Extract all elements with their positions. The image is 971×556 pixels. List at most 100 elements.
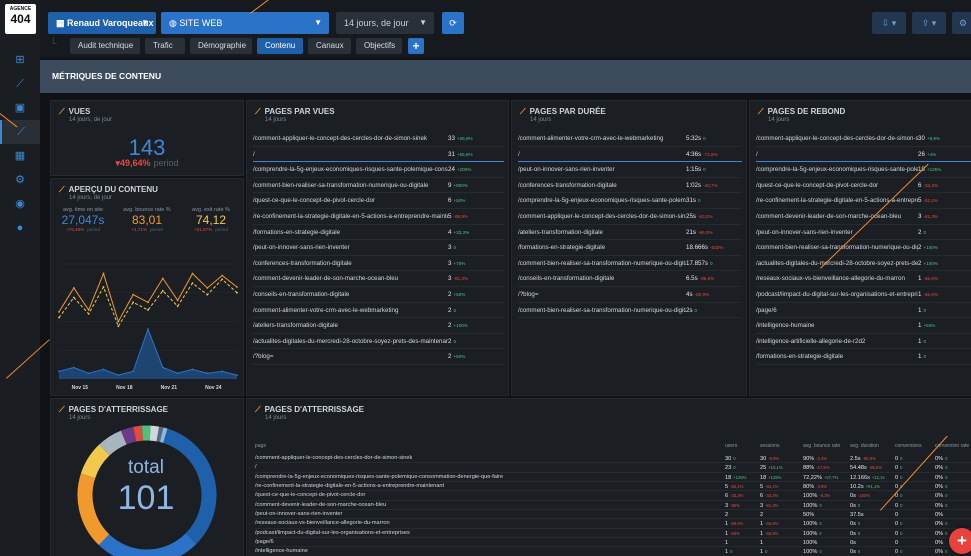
add-widget-button[interactable]: + <box>949 528 971 554</box>
list-item[interactable]: /comprendre-la-5g-enjeux-economiques-ris… <box>756 162 971 178</box>
list-item[interactable]: /podcast/limpact-du-digital-sur-les-orga… <box>756 287 971 303</box>
agency-logo[interactable]: AGENCE 404 <box>5 4 36 34</box>
card-title: ⟋ PAGES PAR VUES <box>255 107 335 116</box>
page-value: 20 <box>448 337 457 345</box>
page-path: /?blog= <box>518 290 539 298</box>
list-item[interactable]: /comment-devenir-leader-de-son-marche-oc… <box>756 209 971 225</box>
list-item[interactable]: /comprendre-la-5g-enjeux-economiques-ris… <box>253 162 504 178</box>
table-cell: 5 -82,1% <box>725 484 744 491</box>
data-point <box>147 301 149 304</box>
list-item[interactable]: /peut-on-innover-sans-rien-inventer 3 0 <box>253 240 504 256</box>
list-item[interactable]: /comment-alimenter-votre-crm-avec-le-web… <box>253 303 504 319</box>
calendar-icon[interactable]: ▦ <box>0 144 40 168</box>
tab-contenu[interactable]: Contenu <box>257 38 303 54</box>
refresh-button[interactable]: ⟳ <box>442 12 464 34</box>
sidebar-nav: ⊞ ⟋ ▣ ⟋ ▦ ⚙ ◉ ● <box>0 48 40 240</box>
list-item[interactable]: /comment-bien-realiser-sa-transformation… <box>518 256 742 272</box>
tab-d-mographie[interactable]: Démographie <box>190 38 252 54</box>
list-item[interactable]: /actualites-digitales-du-mercredi-28-oct… <box>756 256 971 272</box>
line-chart-icon[interactable]: ⟋ <box>0 120 40 144</box>
share-button[interactable]: ⇪ ▾ <box>912 12 946 34</box>
column-header[interactable]: sessions <box>760 443 779 449</box>
page-value: 2s 0 <box>686 306 698 314</box>
info-icon[interactable]: ● <box>0 216 40 240</box>
chart-icon[interactable]: ⟋ <box>0 72 40 96</box>
column-header[interactable]: page <box>255 443 266 449</box>
list-item[interactable]: /re-confinement-la-strategie-digitale-en… <box>253 209 504 225</box>
page-path: / <box>253 150 255 158</box>
settings-button[interactable]: ⚙ <box>952 12 971 34</box>
list-item[interactable]: /comment-appliquer-le-concept-des-cercle… <box>518 209 742 225</box>
export-button[interactable]: ⇩ ▾ <box>872 12 906 34</box>
list-item[interactable]: /conferences-transformation-digitale 1:02… <box>518 178 742 194</box>
page-path: /podcast/limpact-du-digital-sur-les-orga… <box>756 290 918 298</box>
table-row[interactable]: /podcast/limpact-du-digital-sur-les-orga… <box>255 529 971 539</box>
list-item[interactable]: /formations-en-strategie-digitale 4 +33,3% <box>253 225 504 241</box>
page-path: /peut-on-innover-sans-rien-inventer <box>518 166 615 174</box>
list-item[interactable]: /comprendre-la-5g-enjeux-economiques-ris… <box>518 193 742 209</box>
list-item[interactable]: /conseils-en-transformation-digitale 6.5s… <box>518 271 742 287</box>
list-item[interactable]: /comment-appliquer-le-concept-des-cercle… <box>756 131 971 147</box>
list-item[interactable]: /intelligence-artificielle-allegorie-de-… <box>756 334 971 350</box>
list-item[interactable]: /reseaux-sociaux-vs-bienveillance-allego… <box>756 271 971 287</box>
settings-icon[interactable]: ⚙ <box>0 168 40 192</box>
table-row[interactable]: /page/6 1 1 100% 0s 0 0% <box>255 538 971 548</box>
table-row[interactable]: /comment-devenir-leader-de-son-marche-oc… <box>255 501 971 511</box>
list-item[interactable]: /quest-ce-que-le-concept-de-pivot-cercle… <box>756 178 971 194</box>
tab-trafic[interactable]: Trafic <box>145 38 185 54</box>
list-item[interactable]: /page/6 1 0 <box>756 303 971 319</box>
list-item[interactable]: /peut-on-innover-sans-rien-inventer 1:15s… <box>518 162 742 178</box>
list-item[interactable]: /conseils-en-transformation-digitale 2 +50… <box>253 287 504 303</box>
grid-icon[interactable]: ⊞ <box>0 48 40 72</box>
list-item[interactable]: /?blog= 4s -80,9% <box>518 287 742 303</box>
table-row[interactable]: /intelligence-humaine 1 0 1 0 100% 0 0s 0 0 0 0% 0 <box>255 547 971 556</box>
table-row[interactable]: /reseaux-sociaux-vs-bienveillance-allego… <box>255 519 971 529</box>
tab-canaux[interactable]: Canaux <box>308 38 351 54</box>
list-item[interactable]: /comment-alimenter-votre-crm-avec-le-web… <box>518 131 742 147</box>
list-item[interactable]: /comment-bien-realiser-sa-transformation… <box>253 178 504 194</box>
column-header[interactable]: avg. bounce rate <box>803 443 840 449</box>
list-item[interactable]: /?blog= 2 +50% <box>253 349 504 365</box>
list-item[interactable]: /comment-bien-realiser-sa-transformation… <box>518 303 742 319</box>
list-item[interactable]: /formations-en-strategie-digitale 1 0 <box>756 349 971 365</box>
card-apercu: ⟋ APERÇU DU CONTENU 14 jours, de jour avg… <box>50 178 244 396</box>
tab-objectifs[interactable]: Objectifs <box>356 38 402 54</box>
list-item[interactable]: /formations-en-strategie-digitale 18.666s… <box>518 240 742 256</box>
table-row[interactable]: /quest-ce-que-le-concept-de-pivot-cercle… <box>255 491 971 501</box>
table-cell: 0s 0 <box>850 521 861 528</box>
add-tab-button[interactable]: + <box>408 38 424 54</box>
client-dropdown[interactable]: ▦ Renaud Varoqueaux ▼ <box>48 12 156 34</box>
site-dropdown[interactable]: ◍ SITE WEB ▼ <box>161 12 329 34</box>
user-icon[interactable]: ◉ <box>0 192 40 216</box>
column-header[interactable]: users <box>725 443 737 449</box>
table-cell: 72,22% +27,7% <box>803 474 839 481</box>
page-path: /re-confinement-la-strategie-digitale-en… <box>255 483 445 490</box>
table-row[interactable]: /comprendre-la-5g-enjeux-economiques-ris… <box>255 473 971 483</box>
trend-icon: ⟋ <box>520 107 526 116</box>
list-item[interactable]: /intelligence-humaine 1 +50% <box>756 318 971 334</box>
page-value: 6 +50% <box>448 197 466 205</box>
list-item[interactable]: / 31 +55,6% <box>253 147 504 163</box>
table-row[interactable]: / 23 0 25 +10,1% 88% -17,5% 54.48s -86,6% 0 0 0% 0 <box>255 463 971 473</box>
list-item[interactable]: / 4:36s -71,6% <box>518 147 742 163</box>
table-row[interactable]: /peut-on-innover-sans-rien-inventer 2 2 50%… <box>255 510 971 520</box>
column-header[interactable]: avg. duration <box>850 443 879 449</box>
period-dropdown[interactable]: 14 jours, de jour ▼ <box>336 12 434 34</box>
list-item[interactable]: /conferences-transformation-digitale 3 +75… <box>253 256 504 272</box>
column-header[interactable]: conversions <box>895 443 922 449</box>
list-item[interactable]: /quest-ce-que-le-concept-de-pivot-cercle… <box>253 193 504 209</box>
list-item[interactable]: /comment-appliquer-le-concept-des-cercle… <box>253 131 504 147</box>
list-item[interactable]: /comment-bien-realiser-sa-transformation… <box>756 240 971 256</box>
doc-icon[interactable]: ▣ <box>0 96 40 120</box>
list-item[interactable]: /ateliers-transformation-digitale 2 +100% <box>253 318 504 334</box>
table-row[interactable]: /comment-appliquer-le-concept-des-cercle… <box>255 454 971 464</box>
list-item[interactable]: / 26 +4% <box>756 147 971 163</box>
table-row[interactable]: /re-confinement-la-strategie-digitale-en… <box>255 482 971 492</box>
list-item[interactable]: /ateliers-transformation-digitale 21s -96,… <box>518 225 742 241</box>
tab-audit-technique[interactable]: Audit technique <box>70 38 140 54</box>
page-path: /comment-appliquer-le-concept-des-cercle… <box>518 212 686 220</box>
list-item[interactable]: /comment-devenir-leader-de-son-marche-oc… <box>253 271 504 287</box>
list-item[interactable]: /re-confinement-la-strategie-digitale-en… <box>756 193 971 209</box>
list-item[interactable]: /actualites-digitales-du-mercredi-28-oct… <box>253 334 504 350</box>
table-cell: 0s 0 <box>850 549 861 556</box>
